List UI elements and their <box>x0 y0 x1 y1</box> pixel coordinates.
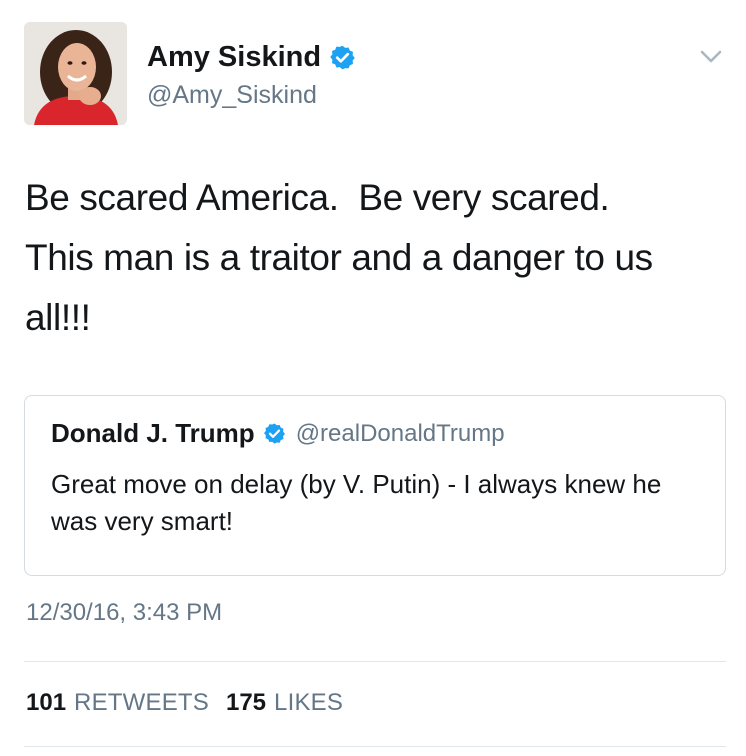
author-handle[interactable]: @Amy_Siskind <box>147 80 356 110</box>
author-block: Amy Siskind @Amy_Siskind <box>147 40 356 110</box>
likes-stat[interactable]: 175 LIKES <box>226 689 343 717</box>
tweet: Amy Siskind @Amy_Siskind Be scared Ameri… <box>0 0 746 756</box>
likes-label: LIKES <box>274 689 344 716</box>
author-name[interactable]: Amy Siskind <box>147 40 321 74</box>
author-name-row: Amy Siskind <box>147 40 356 74</box>
verified-badge-icon <box>263 423 285 444</box>
divider <box>24 661 726 662</box>
quoted-author-handle: @realDonaldTrump <box>295 419 505 447</box>
verified-badge-icon <box>330 45 355 69</box>
retweets-stat[interactable]: 101 RETWEETS <box>26 689 209 717</box>
retweets-label: RETWEETS <box>74 689 209 716</box>
quoted-author-name: Donald J. Trump <box>51 418 255 448</box>
likes-count: 175 <box>225 689 267 716</box>
retweets-count: 101 <box>26 689 67 716</box>
tweet-timestamp[interactable]: 12/30/16, 3:43 PM <box>26 599 222 627</box>
profile-photo <box>24 22 127 125</box>
chevron-down-icon[interactable] <box>700 50 722 64</box>
avatar[interactable] <box>24 22 127 125</box>
quoted-tweet-text: Great move on delay (by V. Putin) - I al… <box>51 469 662 536</box>
quoted-tweet-header: Donald J. Trump @realDonaldTrump <box>51 418 505 449</box>
tweet-stats: 101 RETWEETS 175 LIKES <box>26 689 343 717</box>
tweet-text: Be scared America. Be very scared. This … <box>25 177 653 338</box>
quoted-tweet-card[interactable]: Donald J. Trump @realDonaldTrump Great m… <box>24 395 726 576</box>
divider <box>24 746 726 747</box>
